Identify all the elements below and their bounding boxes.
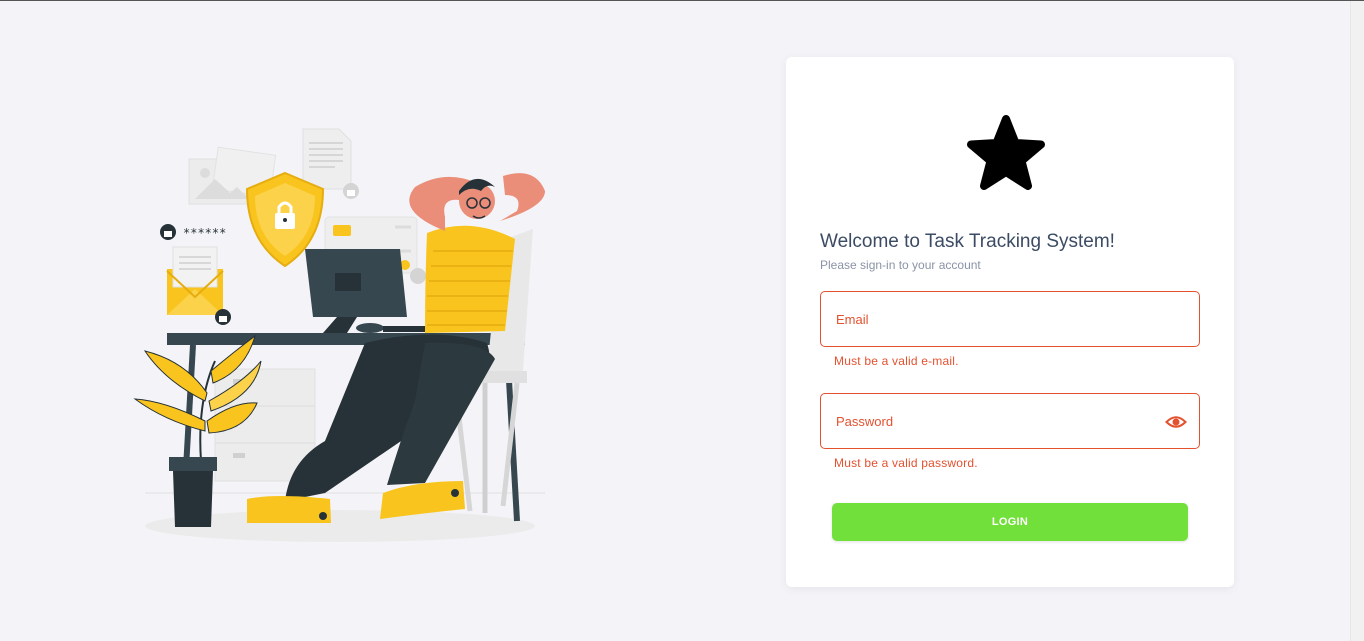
welcome-title: Welcome to Task Tracking System! bbox=[820, 231, 1115, 252]
login-card: Welcome to Task Tracking System! Please … bbox=[786, 57, 1234, 587]
page-scrollbar[interactable] bbox=[1350, 1, 1364, 641]
masked-password-text: ****** bbox=[183, 226, 226, 240]
star-icon bbox=[966, 115, 1046, 195]
signin-subtitle: Please sign-in to your account bbox=[820, 258, 981, 272]
security-illustration: ****** bbox=[125, 121, 555, 551]
password-field-wrapper bbox=[820, 393, 1200, 449]
email-input[interactable] bbox=[821, 292, 1141, 346]
eye-icon[interactable] bbox=[1165, 411, 1187, 433]
password-error-message: Must be a valid password. bbox=[834, 456, 978, 470]
email-error-message: Must be a valid e-mail. bbox=[834, 354, 959, 368]
password-input[interactable] bbox=[821, 394, 1141, 448]
login-button[interactable]: LOGIN bbox=[832, 503, 1188, 541]
masked-password-row: ****** bbox=[160, 224, 226, 240]
email-field-wrapper bbox=[820, 291, 1200, 347]
envelope-icon bbox=[166, 246, 231, 325]
monitor-icon bbox=[305, 249, 443, 333]
